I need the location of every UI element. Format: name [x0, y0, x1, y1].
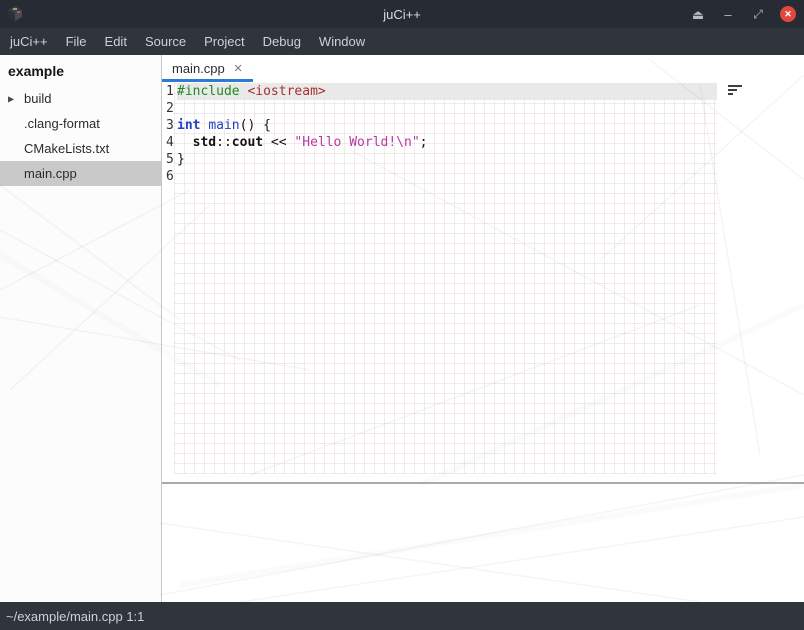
menu-item-project[interactable]: Project — [195, 28, 253, 55]
close-button[interactable]: ✕ — [780, 6, 796, 22]
code-line[interactable]: 2 — [162, 100, 804, 117]
code-text: #include <iostream> — [177, 83, 717, 100]
editor-pane: main.cpp× 1#include <iostream>23int main… — [162, 55, 804, 602]
app-icon — [5, 4, 25, 24]
file-tree: ▶ build .clang-format CMakeLists.txt main.cp… — [0, 86, 161, 186]
menu-item-debug[interactable]: Debug — [254, 28, 310, 55]
sidebar-item-build[interactable]: ▶ build — [0, 86, 161, 111]
code-token: () { — [240, 118, 271, 133]
code-text — [177, 168, 717, 185]
tab-main-cpp[interactable]: main.cpp × — [162, 55, 253, 82]
project-root-label: example — [0, 55, 161, 86]
window-body: example ▶ build .clang-format CMakeLists.tx… — [0, 55, 804, 602]
code-line[interactable]: 1#include <iostream> — [162, 83, 804, 100]
cursor-position-label: ~/example/main.cpp 1:1 — [6, 609, 144, 624]
line-number: 1 — [166, 83, 176, 100]
menu-bar: juCi++FileEditSourceProjectDebugWindow — [0, 28, 804, 55]
file-name-label: main.cpp — [24, 166, 77, 181]
code-token: } — [177, 152, 185, 167]
code-token: #include — [177, 84, 240, 99]
menu-item-juci[interactable]: juCi++ — [1, 28, 57, 55]
code-text — [177, 100, 717, 117]
code-token: cout — [232, 135, 263, 150]
code-token: main — [208, 118, 239, 133]
code-area: 1#include <iostream>23int main() {4 std:… — [162, 82, 804, 185]
minimize-button[interactable]: – — [720, 6, 736, 22]
code-token: << — [263, 135, 294, 150]
source-editor[interactable]: 1#include <iostream>23int main() {4 std:… — [162, 82, 804, 482]
code-token: int — [177, 118, 200, 133]
expander-icon[interactable]: ▶ — [8, 94, 14, 103]
app-window: juCi++ ⏏–⤢✕ juCi++FileEditSourceProjectD… — [0, 0, 804, 630]
window-controls: ⏏–⤢ ✕ — [690, 0, 796, 28]
line-number: 6 — [166, 168, 176, 185]
menu-item-edit[interactable]: Edit — [96, 28, 136, 55]
code-token — [177, 135, 193, 150]
file-browser: example ▶ build .clang-format CMakeLists.tx… — [0, 55, 162, 602]
code-line[interactable]: 3int main() { — [162, 117, 804, 134]
code-token: <iostream> — [247, 84, 325, 99]
file-name-label: .clang-format — [24, 116, 100, 131]
code-line[interactable]: 5} — [162, 151, 804, 168]
code-text: } — [177, 151, 717, 168]
file-name-label: build — [24, 91, 51, 106]
terminal-panel[interactable] — [162, 484, 804, 602]
line-number: 2 — [166, 100, 176, 117]
code-line[interactable]: 4 std::cout << "Hello World!\n"; — [162, 134, 804, 151]
minimap — [728, 85, 742, 95]
code-token: ; — [420, 135, 428, 150]
file-name-label: CMakeLists.txt — [24, 141, 109, 156]
line-number: 3 — [166, 117, 176, 134]
menu-item-file[interactable]: File — [57, 28, 96, 55]
sidebar-item-main-cpp[interactable]: main.cpp — [0, 161, 161, 186]
window-title: juCi++ — [383, 7, 421, 22]
title-bar: juCi++ ⏏–⤢ ✕ — [0, 0, 804, 28]
eject-button[interactable]: ⏏ — [690, 6, 706, 22]
line-number: 5 — [166, 151, 176, 168]
code-text: std::cout << "Hello World!\n"; — [177, 134, 717, 151]
maximize-button[interactable]: ⤢ — [750, 6, 766, 22]
code-token: std — [193, 135, 216, 150]
code-token: :: — [216, 135, 232, 150]
tab-close-icon[interactable]: × — [234, 61, 243, 76]
sidebar-item-cmakelists-txt[interactable]: CMakeLists.txt — [0, 136, 161, 161]
tab-bar: main.cpp × — [162, 55, 804, 82]
menu-item-window[interactable]: Window — [310, 28, 374, 55]
line-number: 4 — [166, 134, 176, 151]
status-bar: ~/example/main.cpp 1:1 — [0, 602, 804, 630]
menu-item-source[interactable]: Source — [136, 28, 195, 55]
code-line[interactable]: 6 — [162, 168, 804, 185]
sidebar-item-clang-format[interactable]: .clang-format — [0, 111, 161, 136]
code-token: "Hello World!\n" — [294, 135, 419, 150]
code-text: int main() { — [177, 117, 717, 134]
tab-label: main.cpp — [172, 61, 225, 76]
